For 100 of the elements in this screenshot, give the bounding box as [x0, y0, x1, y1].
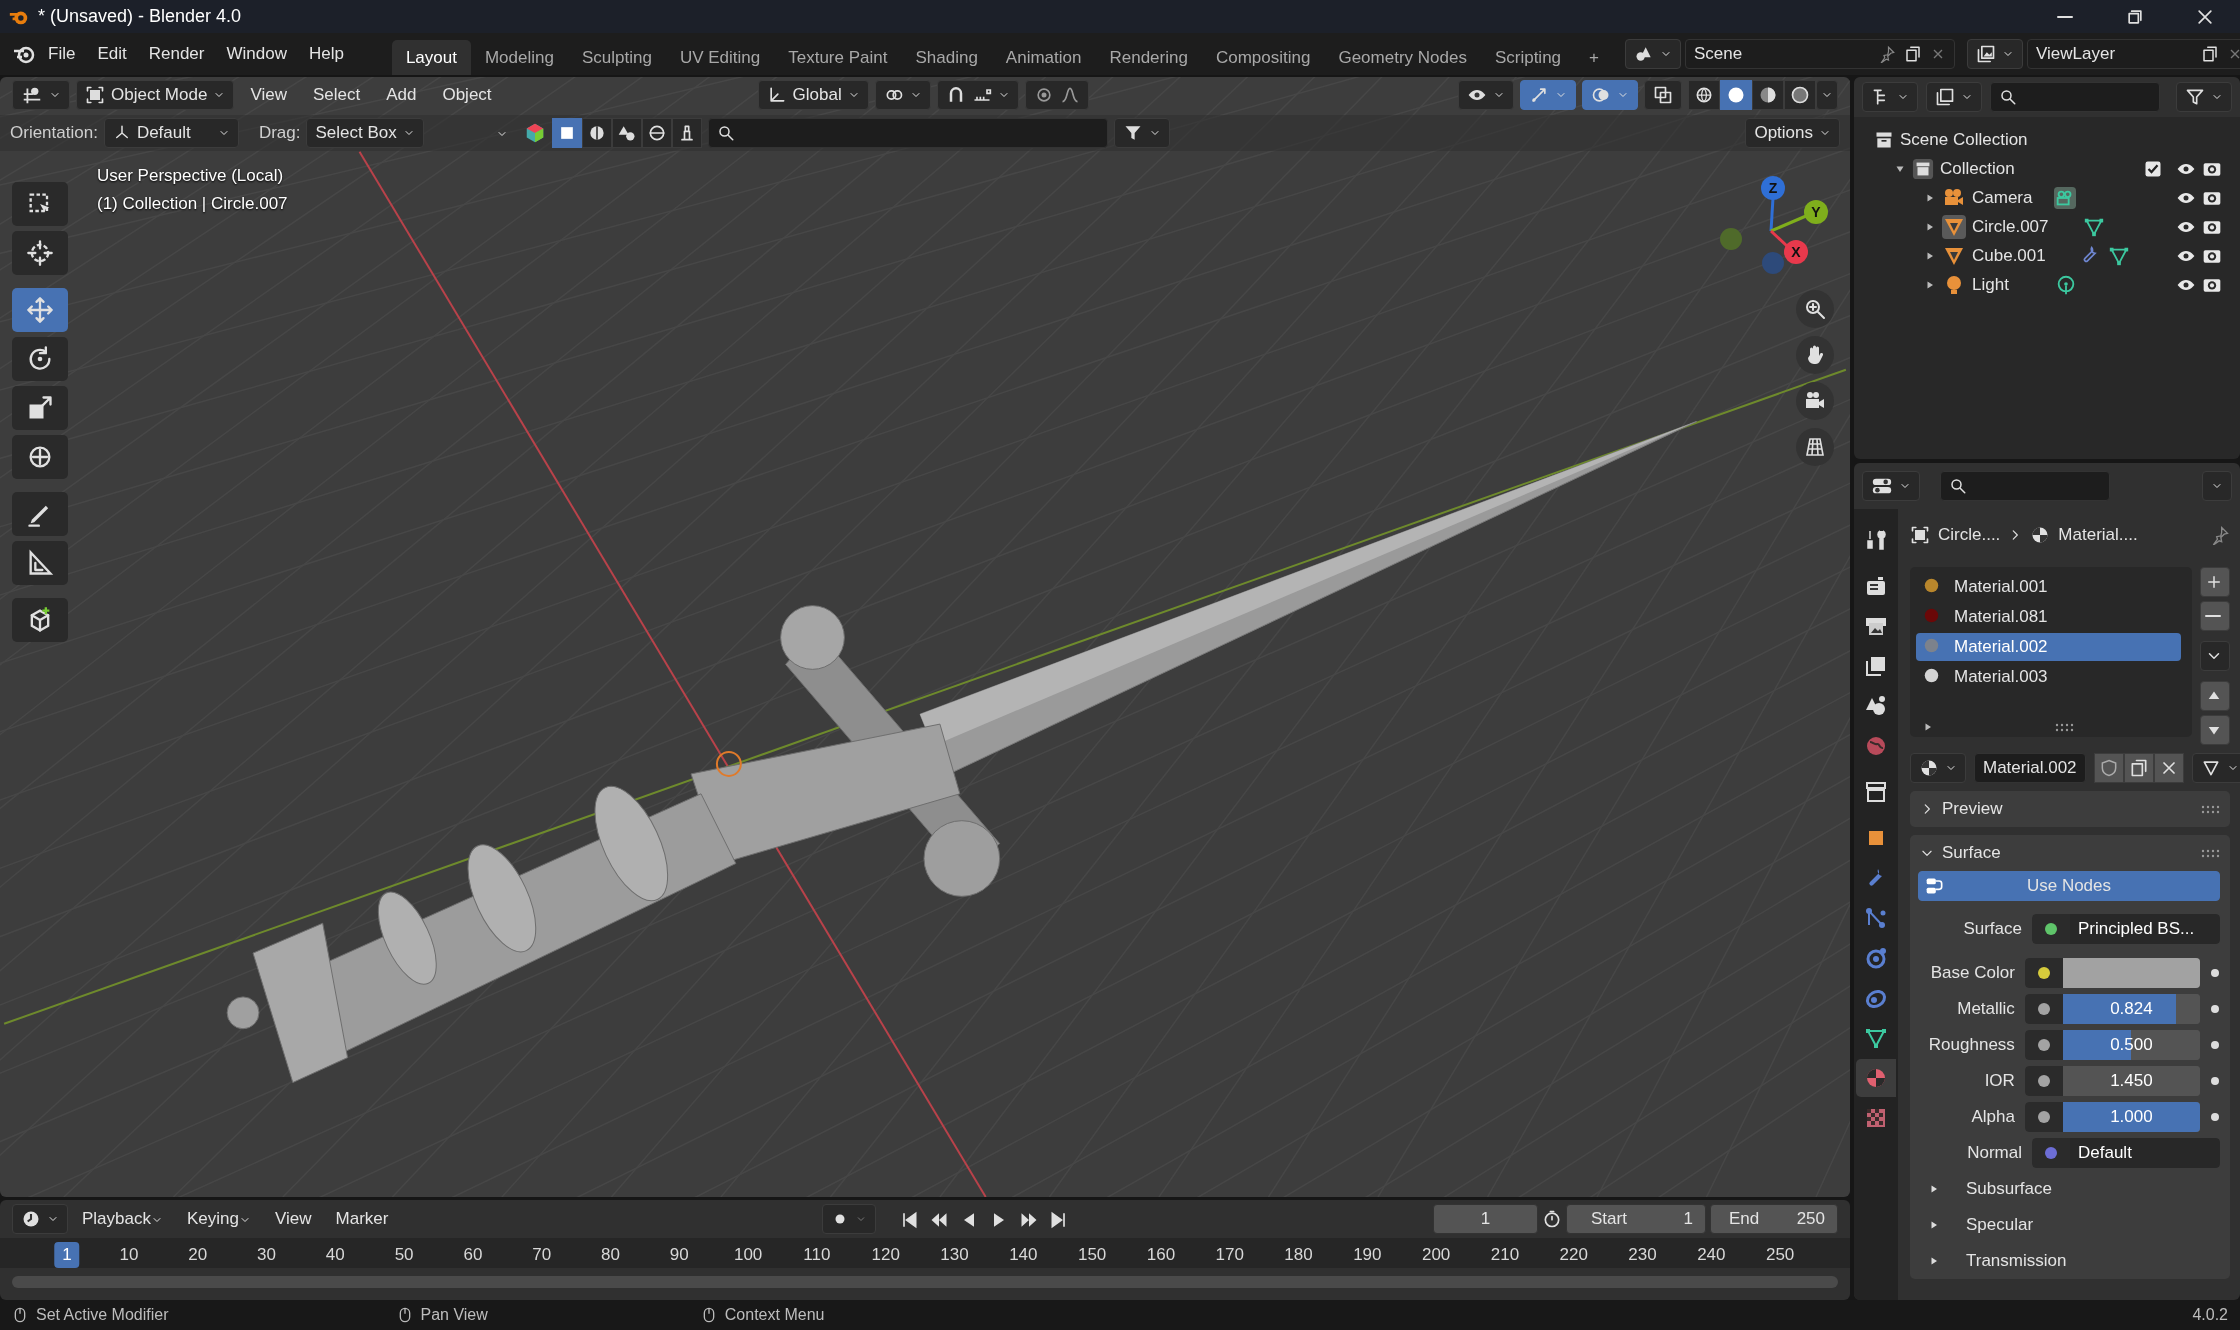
node-link-dropdown[interactable]: Default	[2070, 1138, 2220, 1168]
panel-header[interactable]: Preview	[1910, 791, 2230, 827]
workspace-tab[interactable]: Rendering	[1095, 39, 1202, 75]
workspace-tab[interactable]: Geometry Nodes	[1324, 39, 1481, 75]
material-slot[interactable]: Material.002	[1916, 633, 2181, 661]
status-hint: Pan View	[420, 1305, 488, 1325]
property-label: Surface	[1962, 918, 2022, 941]
current-frame-field[interactable]: 1	[1433, 1204, 1538, 1234]
material-slot[interactable]: Material.003	[1916, 663, 2181, 691]
drag-dropdown[interactable]: Select Box	[306, 118, 424, 148]
property-label: Metallic	[1956, 998, 2015, 1021]
axis-handle[interactable]: Z	[1761, 176, 1785, 200]
workspace-tab[interactable]: Layout	[391, 39, 471, 75]
frame-number: 120	[871, 1244, 900, 1266]
subpanel-header[interactable]: Specular	[1918, 1207, 2220, 1243]
workspace-tab[interactable]: Sculpting	[567, 39, 666, 75]
material-name-field[interactable]: Material.002	[1974, 753, 2086, 783]
tree-item[interactable]: Camera	[1972, 184, 2033, 211]
frame-number: 150	[1077, 1244, 1107, 1266]
frame-number: 40	[325, 1244, 345, 1266]
frame-number: 140	[1009, 1244, 1038, 1266]
menu-item[interactable]: Add	[376, 79, 427, 111]
frame-number: 200	[1421, 1244, 1451, 1266]
menu-item[interactable]: Window	[216, 38, 297, 70]
frame-number: 90	[669, 1244, 689, 1266]
material-slot[interactable]: Material.001	[1916, 573, 2181, 601]
options-dropdown[interactable]: Options	[1745, 118, 1840, 148]
frame-number: 100	[733, 1244, 763, 1266]
tree-item[interactable]: Scene Collection	[1900, 126, 2028, 153]
workspace-tab[interactable]: UV Editing	[665, 39, 775, 75]
view-layer-field[interactable]: ViewLayer	[2027, 39, 2240, 69]
frame-number: 230	[1628, 1244, 1657, 1266]
frame-number: 30	[257, 1244, 276, 1266]
menu-item[interactable]: View	[264, 1203, 322, 1235]
workspace-tab[interactable]: Compositing	[1201, 39, 1325, 75]
orientation-label: Orientation:	[10, 122, 98, 145]
use-nodes-button[interactable]: Use Nodes	[1918, 871, 2220, 901]
menu-item[interactable]: Playback	[72, 1203, 173, 1235]
frame-number: 50	[394, 1244, 414, 1266]
frame-number: 70	[532, 1244, 552, 1266]
node-link-dropdown[interactable]: Principled BS...	[2070, 914, 2220, 944]
frame-number: 190	[1353, 1244, 1382, 1266]
subpanel-header[interactable]: Transmission	[1918, 1243, 2220, 1279]
breadcrumb-item[interactable]: Material....	[2058, 522, 2138, 548]
frame-number: 60	[463, 1244, 483, 1266]
drag-label: Drag:	[258, 122, 301, 145]
property-label: Alpha	[1970, 1106, 2015, 1129]
frame-number: 160	[1146, 1244, 1176, 1266]
value-slider[interactable]: 1.000	[2062, 1102, 2200, 1132]
menu-item[interactable]: Render	[138, 38, 215, 70]
frame-number: 110	[803, 1244, 831, 1266]
frame-number: 170	[1215, 1244, 1244, 1266]
frame-number: 20	[188, 1244, 208, 1266]
menu-item[interactable]: Edit	[87, 38, 137, 70]
panel-header[interactable]: Surface	[1910, 835, 2230, 871]
menu-item[interactable]: Object	[432, 79, 502, 111]
version-label: 4.0.2	[2192, 1305, 2228, 1325]
mode-dropdown[interactable]: Object Mode	[76, 80, 235, 110]
frame-number: 130	[940, 1244, 969, 1266]
property-label: Base Color	[1929, 962, 2015, 985]
frame-number: 180	[1284, 1244, 1313, 1266]
tree-item[interactable]: Cube.001	[1972, 242, 2046, 269]
menu-item[interactable]: Select	[302, 79, 371, 111]
property-label: IOR	[1983, 1070, 2015, 1093]
property-label: Roughness	[1927, 1034, 2015, 1057]
frame-number: 210	[1490, 1244, 1520, 1266]
workspace-tab[interactable]: Modeling	[470, 39, 568, 75]
menu-item[interactable]: Marker	[325, 1203, 399, 1235]
end-frame-field[interactable]: End 250	[1710, 1204, 1838, 1234]
frame-number: 10	[119, 1244, 139, 1266]
menu-item[interactable]: File	[38, 38, 86, 70]
tree-item[interactable]: Light	[1972, 271, 2009, 298]
start-frame-field[interactable]: Start 1	[1566, 1204, 1706, 1234]
orientation-dropdown[interactable]: Default	[103, 118, 239, 148]
frame-number: 240	[1697, 1244, 1726, 1266]
add-workspace-button[interactable]: +	[1575, 39, 1613, 75]
axis-handle[interactable]: X	[1784, 240, 1808, 264]
workspace-tab[interactable]: Animation	[991, 39, 1096, 75]
viewport-info-text: User Perspective (Local)	[97, 165, 285, 187]
material-slot[interactable]: Material.081	[1916, 603, 2181, 631]
value-slider[interactable]: 0.824	[2062, 994, 2200, 1024]
tree-item[interactable]: Circle.007	[1972, 213, 2049, 240]
frame-number: 250	[1765, 1244, 1795, 1266]
orientation-dropdown[interactable]: Global	[757, 80, 869, 110]
tree-item[interactable]: Collection	[1940, 155, 2015, 182]
axis-handle[interactable]: Y	[1804, 200, 1828, 224]
breadcrumb-item[interactable]: Circle....	[1938, 522, 2001, 548]
frame-number: 80	[601, 1244, 620, 1266]
workspace-tab[interactable]: Shading	[901, 39, 992, 75]
status-hint: Context Menu	[724, 1305, 825, 1325]
subpanel-header[interactable]: Subsurface	[1918, 1171, 2220, 1207]
viewport-info-text: (1) Collection | Circle.007	[97, 192, 288, 215]
current-frame-marker[interactable]: 1	[54, 1242, 80, 1268]
workspace-tab[interactable]: Texture Paint	[774, 39, 902, 75]
menu-item[interactable]: Help	[298, 38, 354, 70]
scene-field[interactable]: Scene	[1685, 39, 1955, 69]
menu-item[interactable]: View	[240, 79, 297, 111]
menu-item[interactable]: Keying	[177, 1203, 261, 1235]
workspace-tab[interactable]: Scripting	[1480, 39, 1576, 75]
status-hint: Set Active Modifier	[36, 1305, 169, 1325]
